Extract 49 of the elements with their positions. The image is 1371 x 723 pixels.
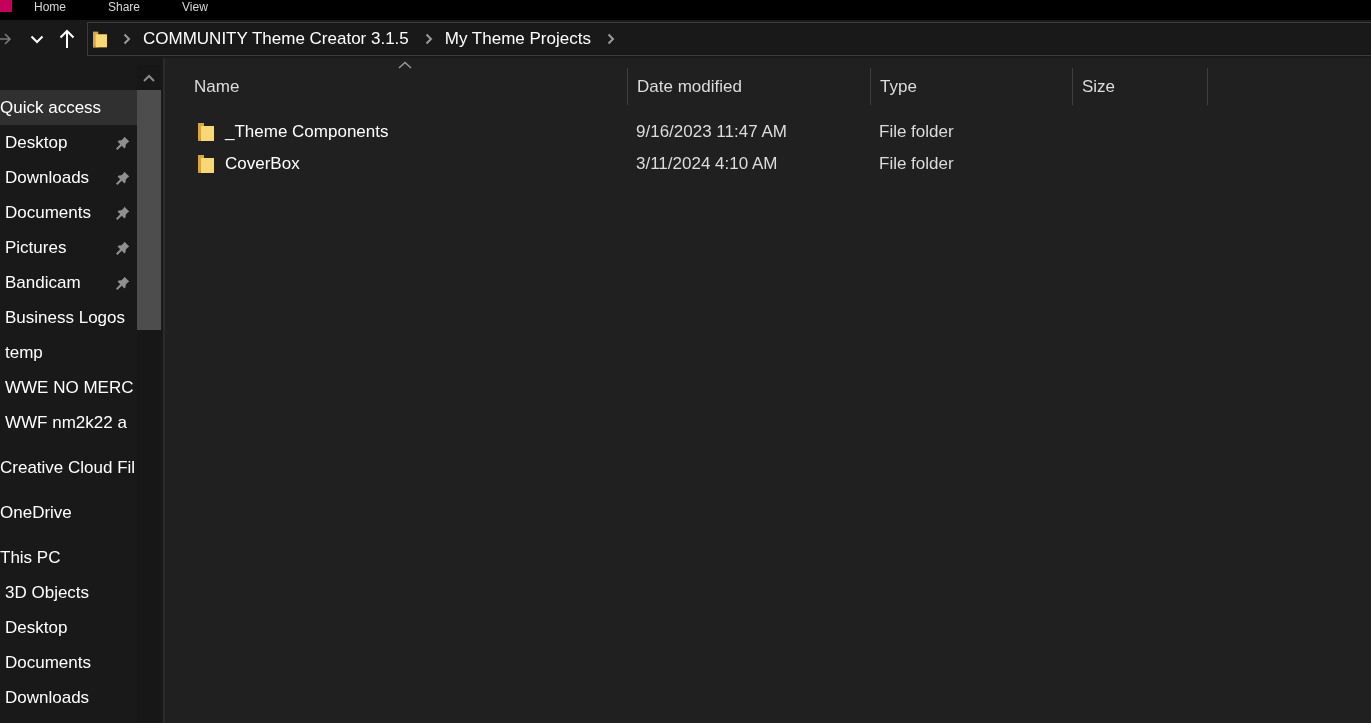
sidebar-item[interactable]: Pictures bbox=[0, 230, 137, 265]
column-header[interactable]: Size bbox=[1072, 68, 1208, 105]
ribbon-tab[interactable]: View bbox=[180, 0, 210, 14]
folder-icon bbox=[93, 29, 107, 49]
sidebar-item[interactable]: Documents bbox=[0, 195, 137, 230]
file-name[interactable]: _Theme Components bbox=[225, 119, 389, 145]
ribbon-tab[interactable]: Share bbox=[106, 0, 143, 14]
chevron-down-icon[interactable] bbox=[30, 34, 44, 44]
sidebar-item[interactable]: Creative Cloud Fil bbox=[0, 450, 137, 485]
scrollbar-thumb[interactable] bbox=[137, 90, 161, 330]
pin-icon[interactable] bbox=[116, 240, 130, 255]
file-type: File folder bbox=[879, 154, 954, 174]
sidebar-item[interactable]: This PC bbox=[0, 540, 137, 575]
forward-arrow-icon[interactable] bbox=[0, 32, 12, 46]
column-header[interactable]: Date modified bbox=[627, 68, 870, 105]
sidebar-item[interactable]: Downloads bbox=[0, 680, 137, 715]
file-type: File folder bbox=[879, 122, 954, 142]
sidebar-item[interactable]: Downloads bbox=[0, 160, 137, 195]
sidebar-item[interactable]: Quick access bbox=[0, 90, 137, 125]
chevron-right-icon[interactable] bbox=[424, 33, 433, 45]
chevron-right-icon[interactable] bbox=[123, 33, 131, 45]
up-arrow-icon[interactable] bbox=[59, 29, 75, 49]
folder-icon bbox=[198, 154, 214, 174]
pin-icon[interactable] bbox=[116, 170, 130, 185]
breadcrumb[interactable]: My Theme Projects bbox=[444, 26, 591, 52]
sidebar-item[interactable]: Desktop bbox=[0, 125, 137, 160]
sidebar-item[interactable]: Desktop bbox=[0, 610, 137, 645]
date-modified: 3/11/2024 4:10 AM bbox=[636, 154, 778, 174]
pin-icon[interactable] bbox=[116, 275, 130, 290]
ribbon-tab[interactable]: Home bbox=[32, 0, 68, 14]
file-name[interactable]: CoverBox bbox=[225, 151, 300, 177]
sidebar-item[interactable]: Documents bbox=[0, 645, 137, 680]
chevron-right-icon[interactable] bbox=[606, 33, 615, 45]
column-header[interactable]: Name bbox=[165, 68, 627, 105]
sidebar-item[interactable]: WWE NO MERC bbox=[0, 370, 137, 405]
address-bar[interactable]: COMMUNITY Theme Creator 3.1.5 My Theme Projects bbox=[87, 22, 1371, 56]
pin-icon[interactable] bbox=[116, 205, 130, 220]
date-modified: 9/16/2023 11:47 AM bbox=[636, 122, 787, 142]
sidebar-item[interactable]: WWF nm2k22 a bbox=[0, 405, 137, 440]
folder-icon bbox=[198, 122, 214, 142]
sidebar-item[interactable]: 3D Objects bbox=[0, 575, 137, 610]
sidebar-item[interactable]: OneDrive bbox=[0, 495, 137, 530]
sidebar-item[interactable]: Bandicam bbox=[0, 265, 137, 300]
column-header[interactable]: Type bbox=[870, 68, 1072, 105]
breadcrumb[interactable]: COMMUNITY Theme Creator 3.1.5 bbox=[143, 26, 409, 52]
sidebar-item[interactable]: Business Logos bbox=[0, 300, 137, 335]
chevron-up-icon[interactable] bbox=[143, 73, 155, 82]
pin-icon[interactable] bbox=[116, 135, 130, 150]
sidebar-item[interactable]: temp bbox=[0, 335, 137, 370]
